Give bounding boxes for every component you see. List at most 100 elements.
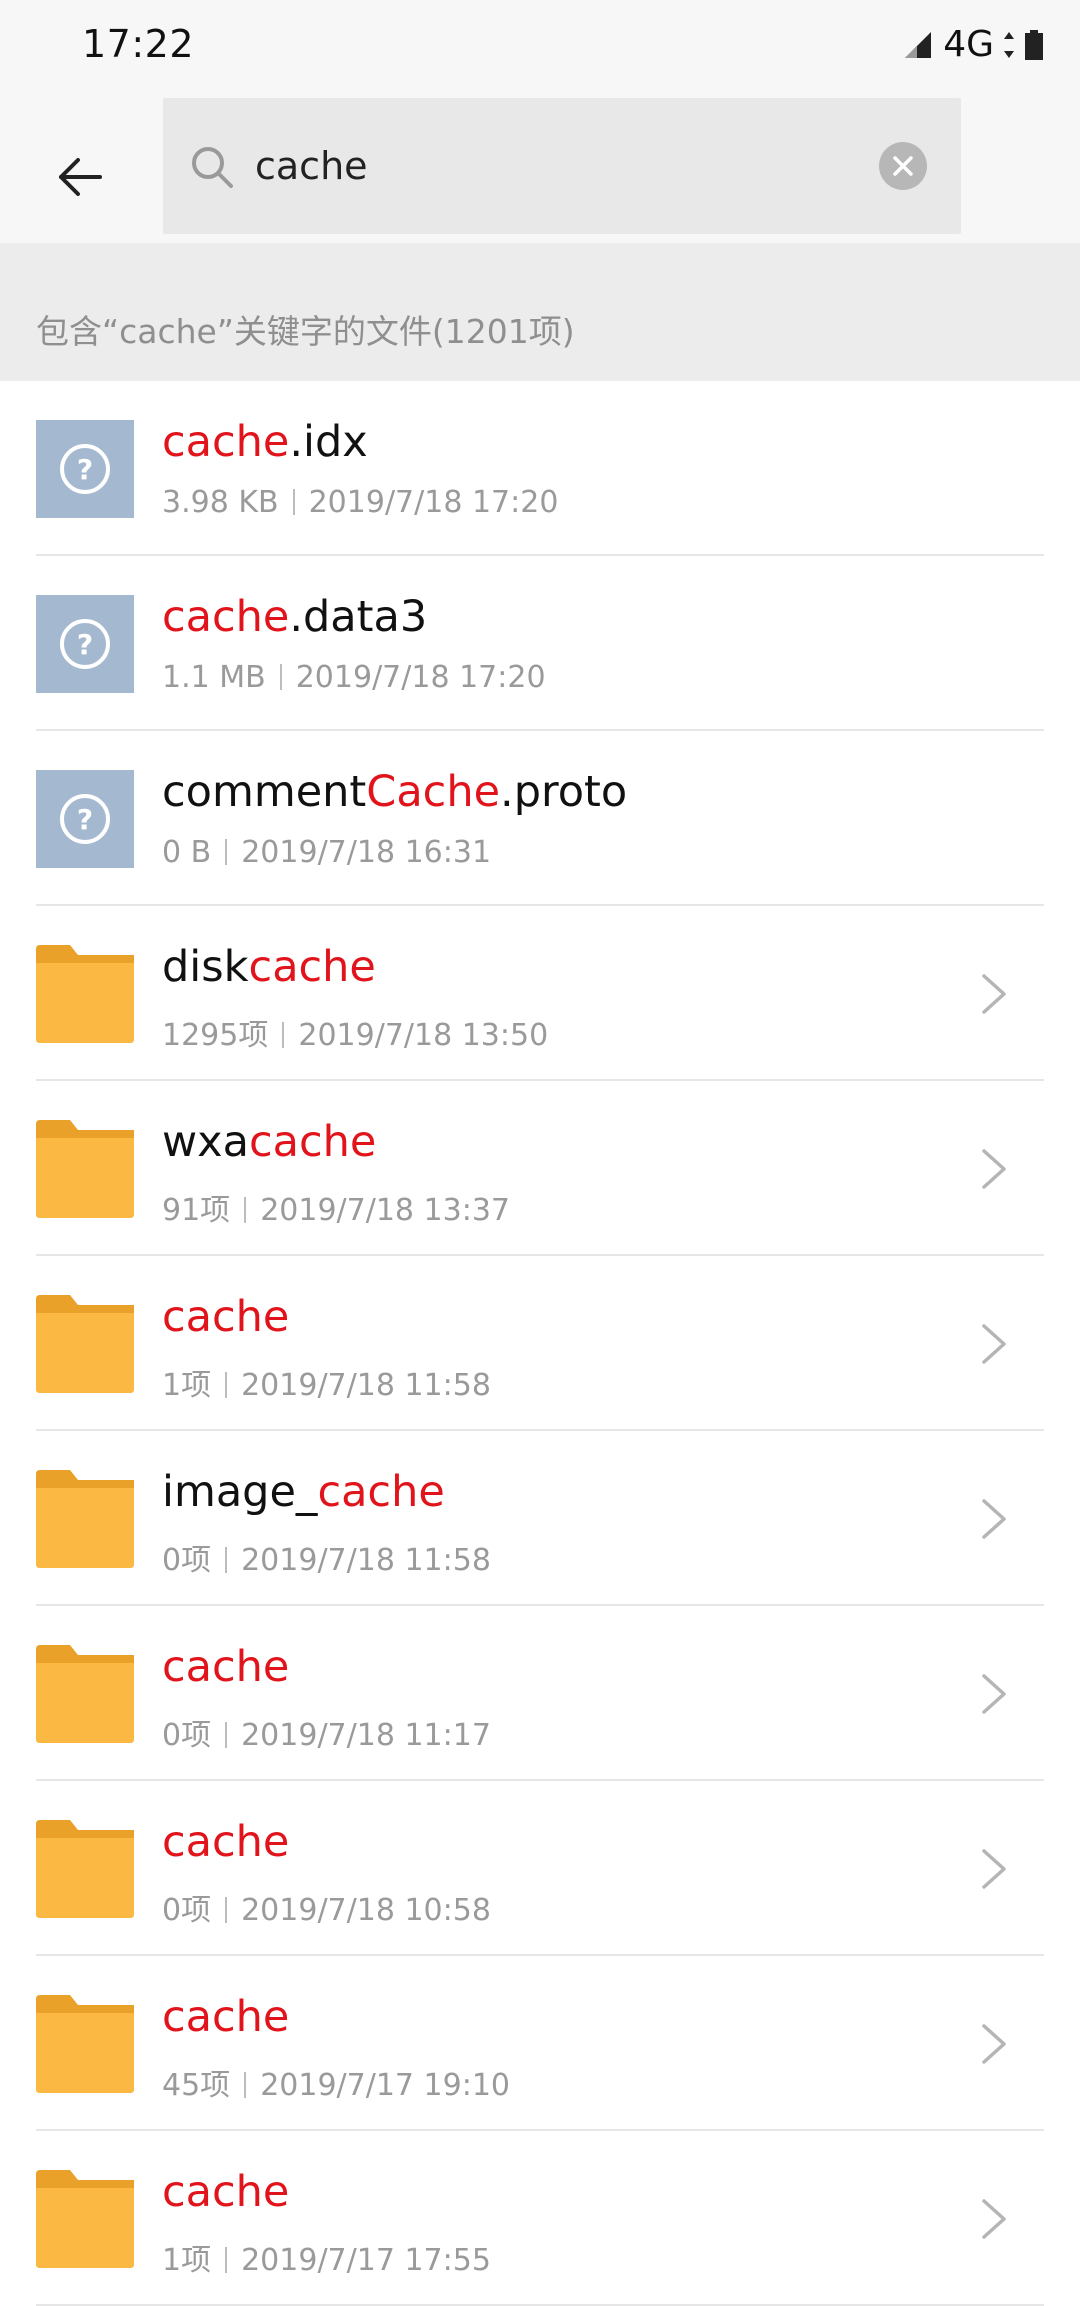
item-size: 1295项 xyxy=(162,1018,269,1053)
item-name: wxacache xyxy=(162,1117,376,1167)
folder-list-item[interactable]: cache 45项 2019/7/17 19:10 xyxy=(0,1956,1080,2131)
battery-icon xyxy=(1025,29,1043,60)
folder-icon xyxy=(36,1820,134,1918)
meta-divider xyxy=(225,839,228,865)
chevron-right-icon xyxy=(982,1499,1006,1539)
name-highlight: cache xyxy=(248,942,376,992)
item-date: 2019/7/17 19:10 xyxy=(260,2068,511,2103)
item-meta: 45项 2019/7/17 19:10 xyxy=(162,2060,510,2104)
name-highlight: cache xyxy=(162,417,290,467)
folder-icon xyxy=(36,1470,134,1568)
item-size: 1.1 MB xyxy=(162,660,266,695)
meta-divider xyxy=(225,1547,228,1573)
name-suffix: .idx xyxy=(289,417,368,467)
file-list-item[interactable]: ? cache.idx 3.98 KB 2019/7/18 17:20 xyxy=(0,381,1080,556)
item-date: 2019/7/18 17:20 xyxy=(295,660,546,695)
search-icon xyxy=(192,147,233,188)
meta-divider xyxy=(282,1022,285,1048)
meta-divider xyxy=(225,1372,228,1398)
item-name: commentCache.proto xyxy=(162,767,627,817)
item-size: 0项 xyxy=(162,1718,212,1753)
item-date: 2019/7/18 16:31 xyxy=(241,835,492,870)
unknown-file-icon: ? xyxy=(36,420,134,518)
item-size: 0项 xyxy=(162,1543,212,1578)
folder-list-item[interactable]: diskcache 1295项 2019/7/18 13:50 xyxy=(0,906,1080,1081)
item-meta: 1.1 MB 2019/7/18 17:20 xyxy=(162,660,546,695)
arrow-left-icon xyxy=(59,158,102,196)
folder-list-item[interactable]: cache 0项 2019/7/18 11:17 xyxy=(0,1606,1080,1781)
item-size: 3.98 KB xyxy=(162,485,279,520)
name-highlight: cache xyxy=(248,1117,377,1167)
clear-search-button[interactable] xyxy=(879,142,927,190)
name-highlight: cache xyxy=(162,1992,290,2042)
folder-list-item[interactable]: wxacache 91项 2019/7/18 13:37 xyxy=(0,1081,1080,1256)
folder-list-item[interactable]: image_cache 0项 2019/7/18 11:58 xyxy=(0,1431,1080,1606)
meta-divider xyxy=(225,2247,228,2273)
item-name: cache xyxy=(162,1817,289,1867)
data-arrows-icon xyxy=(1004,31,1014,58)
folder-list-item[interactable]: cache 0项 2019/7/18 10:58 xyxy=(0,1781,1080,1956)
name-highlight: cache xyxy=(162,2167,290,2217)
item-meta: 3.98 KB 2019/7/18 17:20 xyxy=(162,485,558,520)
chevron-right-icon xyxy=(982,1849,1006,1889)
item-date: 2019/7/17 17:55 xyxy=(241,2243,491,2278)
name-prefix: image_ xyxy=(162,1467,318,1517)
item-date: 2019/7/18 13:37 xyxy=(260,1193,511,1228)
folder-icon xyxy=(36,1645,134,1743)
folder-icon xyxy=(36,1995,134,2093)
meta-divider xyxy=(244,2072,247,2098)
item-name: cache xyxy=(162,2167,289,2217)
name-prefix: disk xyxy=(162,942,249,992)
meta-divider xyxy=(279,664,282,690)
unknown-file-icon: ? xyxy=(36,595,134,693)
item-meta: 1项 2019/7/18 11:58 xyxy=(162,1360,491,1404)
back-button[interactable] xyxy=(40,137,120,217)
close-icon xyxy=(893,156,913,176)
item-size: 0项 xyxy=(162,1893,212,1928)
item-meta: 1295项 2019/7/18 13:50 xyxy=(162,1010,548,1054)
item-date: 2019/7/18 11:58 xyxy=(241,1368,491,1403)
chevron-right-icon xyxy=(982,1149,1006,1189)
search-box[interactable] xyxy=(163,98,961,234)
folder-icon xyxy=(36,1295,134,1393)
item-size: 91项 xyxy=(162,1193,231,1228)
meta-divider xyxy=(225,1897,228,1923)
item-size: 1项 xyxy=(162,1368,212,1403)
item-meta: 0项 2019/7/18 10:58 xyxy=(162,1885,491,1929)
item-date: 2019/7/18 11:17 xyxy=(241,1718,491,1753)
folder-icon xyxy=(36,1120,134,1218)
status-indicators: 4G xyxy=(903,24,1044,65)
folder-list-item[interactable]: cache 1项 2019/7/17 17:55 xyxy=(0,2131,1080,2306)
folder-icon xyxy=(36,945,134,1043)
chevron-right-icon xyxy=(982,1324,1006,1364)
item-date: 2019/7/18 17:20 xyxy=(308,485,559,520)
item-size: 0 B xyxy=(162,835,212,870)
chevron-right-icon xyxy=(982,1674,1006,1714)
name-suffix: .proto xyxy=(500,767,628,817)
item-name: image_cache xyxy=(162,1467,445,1517)
item-name: cache xyxy=(162,1642,289,1692)
search-input[interactable] xyxy=(255,98,815,234)
name-highlight: Cache xyxy=(366,767,501,817)
meta-divider xyxy=(292,489,295,515)
search-header xyxy=(0,97,1080,243)
item-meta: 0 B 2019/7/18 16:31 xyxy=(162,835,491,870)
item-name: cache.idx xyxy=(162,417,368,467)
chevron-right-icon xyxy=(982,974,1006,1014)
name-highlight: cache xyxy=(162,1642,290,1692)
name-prefix: wxa xyxy=(162,1117,249,1167)
item-name: cache.data3 xyxy=(162,592,427,642)
item-date: 2019/7/18 11:58 xyxy=(241,1543,491,1578)
name-highlight: cache xyxy=(317,1467,445,1517)
item-date: 2019/7/18 13:50 xyxy=(298,1018,549,1053)
name-highlight: cache xyxy=(162,592,290,642)
folder-list-item[interactable]: cache 1项 2019/7/18 11:58 xyxy=(0,1256,1080,1431)
status-bar: 17:22 4G xyxy=(0,0,1080,97)
results-count-title: 包含“cache”关键字的文件(1201项) xyxy=(36,312,575,351)
question-mark-icon: ? xyxy=(60,444,110,494)
file-list-item[interactable]: ? commentCache.proto 0 B 2019/7/18 16:31 xyxy=(0,731,1080,906)
chevron-right-icon xyxy=(982,2199,1006,2239)
unknown-file-icon: ? xyxy=(36,770,134,868)
item-name: diskcache xyxy=(162,942,376,992)
file-list-item[interactable]: ? cache.data3 1.1 MB 2019/7/18 17:20 xyxy=(0,556,1080,731)
